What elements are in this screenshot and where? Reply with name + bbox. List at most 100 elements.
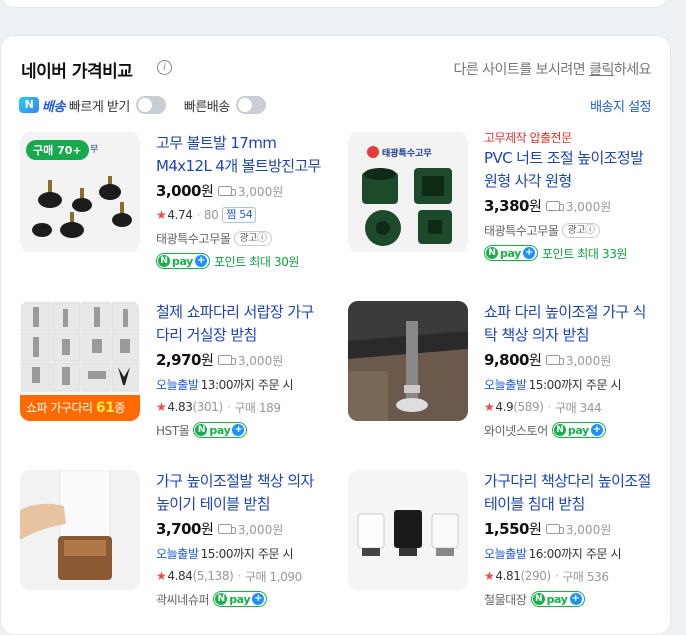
- order-deadline: 13:00까지 주문 시: [200, 377, 294, 392]
- product-image[interactable]: [348, 301, 468, 421]
- product-title[interactable]: 쇼파 다리 높이조절 가구 식탁 책상 의자 받침: [484, 301, 654, 347]
- delivery-brand-label: 배송: [42, 99, 65, 115]
- star-icon: ★: [156, 400, 167, 414]
- review-count: (5,138): [192, 569, 234, 583]
- ad-badge[interactable]: 광고ⓘ: [562, 222, 600, 238]
- fast-receive-toggle[interactable]: [135, 96, 166, 114]
- delivery-filter-row: N 배송 빠르게 받기 빠른배송: [19, 94, 284, 116]
- today-shipping-row: 오늘출발 15:00까지 주문 시: [156, 543, 326, 563]
- seller-name[interactable]: 곽씨네슈퍼: [156, 591, 210, 608]
- product-price: 3,380: [484, 197, 529, 215]
- product-price: 9,800: [484, 351, 529, 369]
- npay-icon: Npay +: [193, 422, 248, 438]
- fast-delivery-label: 빠른배송: [183, 99, 230, 115]
- truck-icon: [217, 186, 236, 196]
- shipping-fee: 3,000원: [237, 184, 284, 199]
- category-count-badge: 쇼파 가구다리 61종: [20, 395, 140, 421]
- today-shipping-row: 오늘출발 15:00까지 주문 시: [484, 374, 654, 394]
- shipping-address-settings-link[interactable]: 배송지 설정: [590, 96, 651, 115]
- seller-row: 철물대장 Npay +: [484, 589, 654, 609]
- order-deadline: 15:00까지 주문 시: [528, 377, 622, 392]
- npay-icon: Npay +: [530, 591, 585, 607]
- previous-section-card: [0, 0, 669, 8]
- truck-icon: [545, 355, 564, 365]
- truck-icon: [545, 524, 564, 534]
- shipping-fee: 3,000원: [565, 199, 612, 214]
- product-card[interactable]: 쇼파 가구다리 61종 철제 쇼파다리 서랍장 가구다리 거실장 받침 2,97…: [20, 301, 340, 451]
- product-title[interactable]: 가구다리 책상다리 높이조절 테이블 침대 받침: [484, 470, 654, 516]
- seller-row: 곽씨네슈퍼 Npay +: [156, 589, 326, 609]
- seller-name[interactable]: 태광특수고무몰: [156, 230, 231, 247]
- product-card[interactable]: 가구 높이조절발 책상 의자 높이기 테이블 받침 3,700 원 3,000원 …: [20, 470, 340, 620]
- seller-row: 태광특수고무몰 광고ⓘ: [484, 220, 654, 240]
- product-price: 2,970: [156, 351, 201, 369]
- purchase-count: 구매 189: [234, 400, 281, 415]
- product-card[interactable]: 쇼파 다리 높이조절 가구 식탁 책상 의자 받침 9,800 원 3,000원 …: [348, 301, 668, 451]
- price-row: 9,800 원 3,000원: [484, 351, 612, 369]
- npay-row: Npay + 포인트 최대 30원: [152, 251, 326, 271]
- product-title[interactable]: 고무 볼트발 17mm M4x12L 4개 볼트방진고무: [156, 132, 326, 178]
- product-card[interactable]: 무 구매 70+ 고무 볼트발 17mm M4x12L 4개 볼트방진고무 3,…: [20, 132, 340, 282]
- info-icon[interactable]: i: [157, 60, 172, 75]
- npay-icon: Npay +: [551, 422, 606, 438]
- seller-name[interactable]: 와이넷스토어: [484, 422, 548, 439]
- price-row: 2,970 원 3,000원: [156, 351, 284, 369]
- zzim-badge: 찜 54: [222, 207, 257, 223]
- product-info: 가구다리 책상다리 높이조절 테이블 침대 받침 1,550 원 3,000원 오…: [484, 470, 654, 609]
- today-shipping-row: 오늘출발 13:00까지 주문 시: [156, 374, 326, 394]
- star-icon: ★: [484, 400, 495, 414]
- seller-row: 와이넷스토어 Npay +: [484, 420, 654, 440]
- seller-name[interactable]: HST몰: [156, 422, 190, 439]
- rating-row: ★ 4.83 (301) · 구매 189: [156, 400, 281, 415]
- today-shipping-label: 오늘출발: [156, 546, 199, 561]
- fast-receive-label: 빠르게 받기: [68, 99, 130, 115]
- seller-row: HST몰 Npay +: [156, 420, 326, 440]
- npay-icon: Npay +: [213, 591, 268, 607]
- product-title[interactable]: 가구 높이조절발 책상 의자 높이기 테이블 받침: [156, 470, 326, 516]
- rating-row: ★ 4.84 (5,138) · 구매 1,090: [156, 569, 302, 584]
- star-icon: ★: [156, 208, 167, 222]
- npay-icon: Npay +: [156, 253, 210, 269]
- svg-text:무: 무: [90, 144, 98, 155]
- seller-row: 태광특수고무몰 광고ⓘ: [156, 228, 326, 248]
- rating-value: 4.74: [167, 208, 193, 222]
- ad-badge[interactable]: 광고ⓘ: [234, 230, 272, 246]
- product-info: 쇼파 다리 높이조절 가구 식탁 책상 의자 받침 9,800 원 3,000원 …: [484, 301, 654, 440]
- truck-icon: [217, 355, 236, 365]
- purchase-count: 구매 1,090: [244, 569, 302, 584]
- today-shipping-label: 오늘출발: [484, 377, 527, 392]
- product-image[interactable]: [20, 470, 140, 590]
- rating-row: ★ 4.81 (290) · 구매 536: [484, 569, 609, 584]
- click-link[interactable]: 클릭: [589, 62, 614, 78]
- price-row: 3,380 원 3,000원: [484, 197, 612, 215]
- seller-name[interactable]: 태광특수고무몰: [484, 222, 559, 239]
- order-deadline: 16:00까지 주문 시: [528, 546, 622, 561]
- shipping-fee: 3,000원: [565, 353, 612, 368]
- today-shipping-label: 오늘출발: [156, 377, 199, 392]
- point-text: 포인트 최대 33원: [541, 246, 628, 261]
- product-image[interactable]: 무 구매 70+: [20, 132, 140, 252]
- star-icon: ★: [484, 569, 495, 583]
- npay-row: Npay + 포인트 최대 33원: [480, 243, 654, 263]
- shipping-fee: 3,000원: [237, 522, 284, 537]
- today-shipping-row: 오늘출발 16:00까지 주문 시: [484, 543, 654, 563]
- product-image[interactable]: 태광특수고무: [348, 132, 468, 252]
- fast-delivery-toggle[interactable]: [235, 96, 266, 114]
- product-card[interactable]: 태광특수고무 고무제작 압출전문 PVC 너트 조절 높이조정발 원형 사각 원…: [348, 131, 668, 282]
- rating-value: 4.84: [167, 569, 193, 583]
- product-image[interactable]: 쇼파 가구다리 61종: [20, 301, 140, 421]
- product-card[interactable]: 가구다리 책상다리 높이조절 테이블 침대 받침 1,550 원 3,000원 오…: [348, 470, 668, 620]
- seller-name[interactable]: 철물대장: [484, 591, 527, 608]
- rating-row: ★ 4.9 (589) · 구매 344: [484, 400, 602, 415]
- review-count: (290): [520, 569, 551, 583]
- product-image[interactable]: [348, 470, 468, 590]
- product-price: 3,000: [156, 182, 201, 200]
- product-title[interactable]: PVC 너트 조절 높이조정발 원형 사각 원형: [484, 147, 654, 193]
- purchase-count: 구매 344: [554, 400, 602, 415]
- star-icon: ★: [156, 569, 167, 583]
- truck-icon: [545, 201, 564, 211]
- today-shipping-label: 오늘출발: [484, 546, 527, 561]
- product-info: 가구 높이조절발 책상 의자 높이기 테이블 받침 3,700 원 3,000원 …: [156, 470, 326, 609]
- rating-value: 4.81: [495, 569, 521, 583]
- product-title[interactable]: 철제 쇼파다리 서랍장 가구다리 거실장 받침: [156, 301, 326, 347]
